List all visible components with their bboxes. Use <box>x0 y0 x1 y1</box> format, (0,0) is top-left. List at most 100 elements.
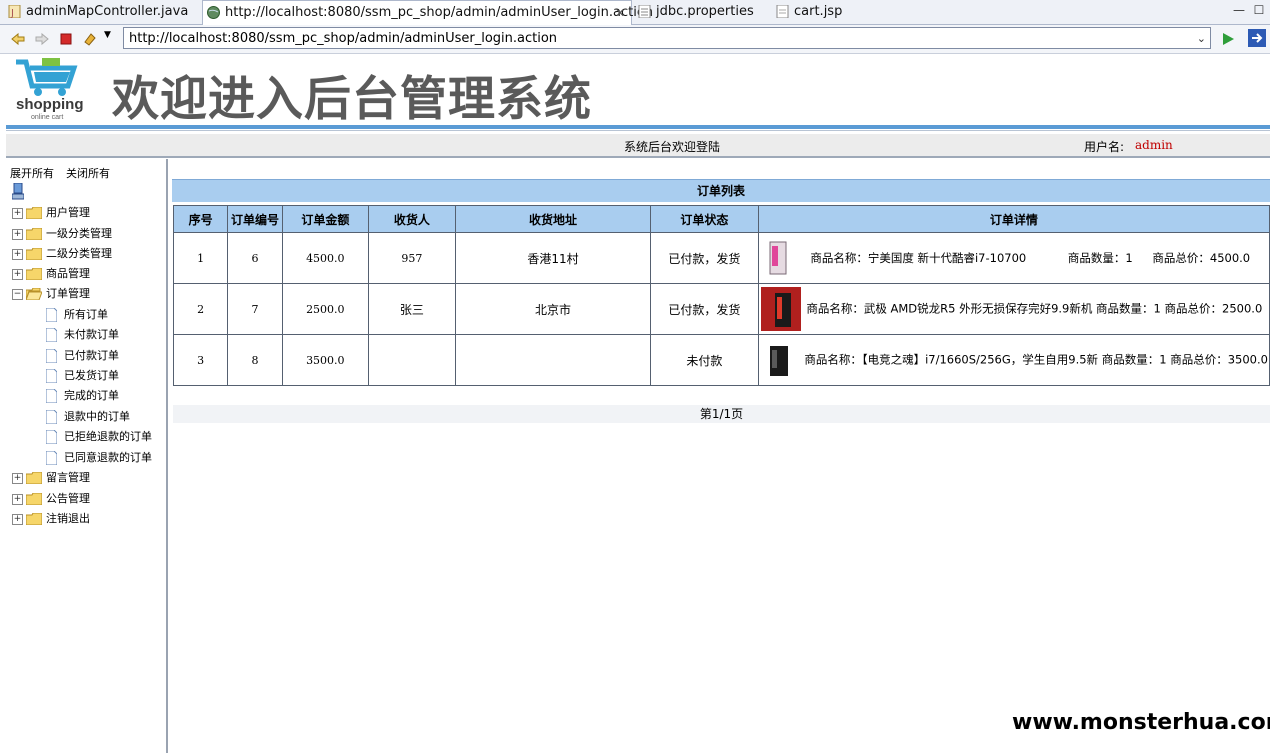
table-row: 1 6 4500.0 957 香港11村 已付款，发货 商品名称：宁美国度 新十… <box>172 232 1270 284</box>
folder-icon <box>26 248 42 260</box>
cell-status: 已付款，发货 <box>650 232 759 284</box>
product-qty: 商品数量：1 <box>1101 352 1167 367</box>
sidebar-item-unpaid-orders[interactable]: 未付款订单 <box>46 326 119 344</box>
document-icon <box>46 328 57 342</box>
document-icon <box>46 430 57 444</box>
expand-all-link[interactable]: 展开所有 <box>10 165 54 181</box>
cell-detail: 商品名称：宁美国度 新十代酷睿i7-10700 商品数量：1 商品总价：4500… <box>757 232 1270 284</box>
sidebar-item-shipped-orders[interactable]: 已发货订单 <box>46 367 119 385</box>
close-icon[interactable]: ✕ <box>615 1 625 25</box>
refresh-dropdown-icon[interactable]: ▼ <box>104 30 111 40</box>
url-input[interactable]: http://localhost:8080/ssm_pc_shop/admin/… <box>123 27 1211 49</box>
svg-text:J: J <box>10 8 14 18</box>
sidebar-item-label: 已付款订单 <box>64 349 119 362</box>
cell-order-id: 7 <box>227 283 283 335</box>
expand-plus-icon[interactable]: + <box>12 493 23 505</box>
chevron-down-icon[interactable]: ⌄ <box>1197 28 1206 50</box>
back-arrow-icon[interactable] <box>10 31 26 47</box>
cell-seq: 2 <box>172 283 229 335</box>
sidebar-item-completed-orders[interactable]: 完成的订单 <box>46 387 119 405</box>
header-divider <box>6 125 1270 129</box>
refresh-icon[interactable] <box>82 31 98 47</box>
welcome-text: 系统后台欢迎登陆 <box>624 140 721 154</box>
sidebar-item-product-management[interactable]: + 商品管理 <box>12 265 90 283</box>
folder-icon <box>26 493 42 505</box>
forward-arrow-icon[interactable] <box>34 31 50 47</box>
open-external-icon[interactable] <box>1248 29 1266 47</box>
sidebar-item-label: 商品管理 <box>46 267 90 280</box>
folder-icon <box>26 268 42 280</box>
sidebar-item-all-orders[interactable]: 所有订单 <box>46 306 108 324</box>
computer-root-icon <box>12 183 24 200</box>
cell-amount: 4500.0 <box>281 232 369 284</box>
tab-browser-admin-login[interactable]: http://localhost:8080/ssm_pc_shop/admin/… <box>202 0 653 25</box>
expand-plus-icon[interactable]: + <box>12 268 23 280</box>
cell-status: 已付款，发货 <box>650 283 759 335</box>
tab-admin-map-controller[interactable]: J adminMapController.java <box>4 0 200 24</box>
document-icon <box>46 389 57 403</box>
orders-table: 序号 订单编号 订单金额 收货人 收货地址 订单状态 订单详情 1 6 4500… <box>172 205 1270 386</box>
folder-icon <box>26 228 42 240</box>
cell-address: 北京市 <box>454 283 652 335</box>
jsp-file-icon <box>776 5 789 18</box>
product-name: 商品名称：【电竞之魂】i7/1660S/256G，学生自用9.5新 <box>804 352 1099 367</box>
sidebar-item-refund-rejected-orders[interactable]: 已拒绝退款的订单 <box>46 428 152 446</box>
sidebar-item-category-1[interactable]: + 一级分类管理 <box>12 225 112 243</box>
document-icon <box>46 349 57 363</box>
folder-open-icon <box>26 288 42 300</box>
cell-address: 香港11村 <box>454 232 652 284</box>
sidebar-item-logout[interactable]: + 注销退出 <box>12 510 90 528</box>
username-value: admin <box>1135 138 1173 152</box>
sidebar-item-label: 已拒绝退款的订单 <box>64 430 152 443</box>
cell-detail: 商品名称：【电竞之魂】i7/1660S/256G，学生自用9.5新 商品数量：1… <box>757 334 1270 386</box>
document-icon <box>46 451 57 465</box>
go-play-icon[interactable] <box>1220 31 1236 47</box>
tab-label: jdbc.properties <box>656 4 754 19</box>
tab-jdbc-properties[interactable]: jdbc.properties <box>634 0 774 24</box>
sidebar-item-refunding-orders[interactable]: 退款中的订单 <box>46 408 130 426</box>
expand-plus-icon[interactable]: + <box>12 207 23 219</box>
product-name: 商品名称：宁美国度 新十代酷睿i7-10700 <box>810 250 1027 265</box>
cell-receiver: 张三 <box>367 283 456 335</box>
sidebar-item-message-management[interactable]: + 留言管理 <box>12 469 90 487</box>
product-thumbnail <box>759 238 796 278</box>
sidebar-item-label: 已同意退款的订单 <box>64 451 152 464</box>
collapse-minus-icon[interactable]: − <box>12 288 23 300</box>
table-row: 2 7 2500.0 张三 北京市 已付款，发货 商品名称：武极 AMD锐龙R5… <box>172 283 1270 335</box>
stop-icon[interactable] <box>58 31 74 47</box>
expand-plus-icon[interactable]: + <box>12 513 23 525</box>
expand-plus-icon[interactable]: + <box>12 228 23 240</box>
column-header: 订单金额 <box>281 205 369 233</box>
collapse-all-link[interactable]: 关闭所有 <box>66 165 110 181</box>
sidebar-item-category-2[interactable]: + 二级分类管理 <box>12 245 112 263</box>
editor-tab-bar: J adminMapController.java http://localho… <box>0 0 1270 25</box>
product-total: 商品总价：2500.0 <box>1164 301 1263 316</box>
product-qty: 商品数量：1 <box>1096 301 1161 316</box>
expand-plus-icon[interactable]: + <box>12 248 23 260</box>
table-row: 3 8 3500.0 未付款 商品名称：【电竞之魂】i7/1660S/256G，… <box>172 334 1270 386</box>
tab-cart-jsp[interactable]: cart.jsp <box>772 0 872 24</box>
column-header: 订单编号 <box>227 205 283 233</box>
sidebar-item-refund-approved-orders[interactable]: 已同意退款的订单 <box>46 449 152 467</box>
sidebar-item-order-management[interactable]: − 订单管理 <box>12 285 90 303</box>
sidebar-item-label: 退款中的订单 <box>64 410 130 423</box>
product-thumbnail <box>760 287 801 331</box>
tab-label: cart.jsp <box>794 4 843 19</box>
product-total: 商品总价：3500.0 <box>1170 352 1268 367</box>
expand-plus-icon[interactable]: + <box>12 472 23 484</box>
sidebar-item-notice-management[interactable]: + 公告管理 <box>12 490 90 508</box>
sidebar-item-label: 用户管理 <box>46 206 90 219</box>
cell-receiver: 957 <box>367 232 456 284</box>
sidebar-item-label: 完成的订单 <box>64 389 119 402</box>
watermark-text: www.monsterhua.com <box>1012 710 1270 735</box>
minimize-icon[interactable]: — <box>1232 3 1246 17</box>
cell-order-id: 6 <box>227 232 283 284</box>
url-text: http://localhost:8080/ssm_pc_shop/admin/… <box>129 31 558 46</box>
sidebar-item-paid-orders[interactable]: 已付款订单 <box>46 347 119 365</box>
cell-receiver <box>367 334 456 386</box>
sidebar-item-label: 已发货订单 <box>64 369 119 382</box>
sidebar-item-label: 留言管理 <box>46 471 90 484</box>
maximize-icon[interactable]: ☐ <box>1252 3 1266 17</box>
browser-toolbar: ▼ http://localhost:8080/ssm_pc_shop/admi… <box>0 25 1270 54</box>
sidebar-item-user-management[interactable]: + 用户管理 <box>12 204 90 222</box>
